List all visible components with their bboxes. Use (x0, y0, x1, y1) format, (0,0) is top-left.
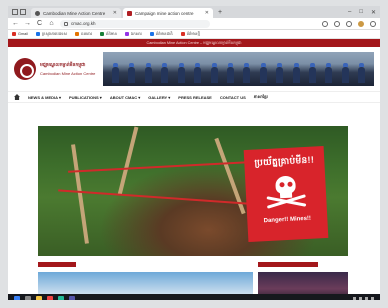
logo-emblem-icon (14, 58, 36, 80)
close-tab-icon[interactable]: ✕ (205, 10, 209, 16)
nav-about[interactable]: ABOUT CMAC ▾ (110, 95, 140, 100)
bookmark-item[interactable]: ព័ត៌មានថ្មី (180, 31, 200, 37)
mine-danger-sign: ប្រយ័ត្នគ្រាប់មីន!! Danger!! Mines!! (243, 145, 329, 243)
browser-app-icon[interactable] (47, 295, 53, 300)
section-header-right (258, 262, 318, 267)
forward-button[interactable]: → (24, 19, 31, 29)
toolbar-icons (322, 20, 376, 27)
browser-window: Cambodian Mine Action Centre ✕ Campaign … (8, 6, 380, 300)
close-window-button[interactable]: ✕ (371, 9, 376, 16)
logo-khmer-text: មជ្ឈមណ្ឌលកម្ចាត់មីនកម្ពុជា (40, 62, 86, 67)
favicon-icon (35, 10, 40, 16)
bookmark-icon (75, 32, 80, 36)
tab-strip: Cambodian Mine Action Centre ✕ Campaign … (8, 6, 380, 18)
nav-publications[interactable]: PUBLICATIONS ▾ (69, 95, 102, 100)
system-tray (353, 296, 374, 300)
nav-gallery[interactable]: GALLERY ▾ (148, 95, 170, 100)
tab-cmac[interactable]: Cambodian Mine Action Centre ✕ (31, 8, 121, 18)
bookmark-icon (35, 32, 40, 36)
file-explorer-icon[interactable] (36, 295, 42, 300)
site-header: មជ្ឈមណ្ឌលកម្ចាត់មីនកម្ពុជា Cambodian Min… (8, 47, 380, 91)
minimize-button[interactable]: – (348, 9, 351, 15)
download-icon[interactable] (346, 20, 352, 27)
tab-campaign[interactable]: Campaign mine action centre ✕ (123, 8, 213, 18)
url-input[interactable]: cmac.org.kh (60, 19, 210, 28)
bookmark-icon (149, 32, 154, 36)
hero-image[interactable]: ប្រយ័ត្នគ្រាប់មីន!! Danger!! Mines!! (38, 126, 348, 256)
section-header-left (38, 262, 76, 267)
nav-press-release[interactable]: PRESS RELEASE (178, 95, 212, 100)
home-button[interactable]: ⌂ (48, 19, 55, 29)
close-tab-icon[interactable]: ✕ (113, 10, 117, 16)
reload-button[interactable]: C (36, 19, 43, 29)
bookmark-icon (12, 32, 16, 36)
site-logo[interactable]: មជ្ឈមណ្ឌលកម្ចាត់មីនកម្ពុជា Cambodian Min… (14, 58, 95, 80)
skull-crossbones-icon (262, 173, 310, 213)
bookmark-item[interactable]: Gmail (12, 32, 28, 36)
address-bar-row: ← → C ⌂ cmac.org.kh (8, 18, 380, 30)
bookmark-item[interactable]: ឯកសារ (124, 31, 142, 37)
app-icon[interactable] (69, 295, 75, 300)
new-tab-button[interactable]: + (215, 8, 225, 18)
tab-title: Campaign mine action centre (135, 10, 194, 16)
bookmark-icon (180, 32, 185, 36)
window-menu-icons[interactable] (12, 6, 26, 18)
main-nav: NEWS & MEDIA ▾ PUBLICATIONS ▾ ABOUT CMAC… (8, 91, 380, 103)
header-banner-image (103, 52, 374, 86)
bookmarks-bar: Gmail ក្រសួងការបរទេស ធនាគារ ព័ត៌មាន ឯកសា… (8, 30, 380, 39)
bookmark-item[interactable]: ក្រសួងការបរទេស (35, 31, 67, 37)
home-icon[interactable] (14, 94, 20, 100)
bookmark-icon (100, 32, 105, 36)
bookmark-item[interactable]: ព័ត៌មានជាតិ (149, 31, 173, 37)
nav-language-khmer[interactable]: ភាសាខ្មែរ (254, 94, 268, 100)
bookmark-star-icon[interactable] (322, 20, 328, 27)
bookmark-item[interactable]: ព័ត៌មាន (100, 31, 117, 37)
nav-contact[interactable]: CONTACT US (220, 95, 246, 100)
tab-title: Cambodian Mine Action Centre (43, 10, 106, 16)
lock-icon (64, 21, 68, 26)
app-icon[interactable] (58, 295, 64, 300)
profile-avatar[interactable] (358, 20, 364, 27)
window-controls: – □ ✕ (348, 6, 380, 18)
site-top-strip: Cambodian Mine Action Centre – មជ្ឈមណ្ឌល… (8, 39, 380, 47)
bookmark-icon (124, 32, 129, 36)
menu-icon[interactable] (370, 20, 376, 27)
favicon-icon (127, 10, 132, 16)
back-button[interactable]: ← (12, 19, 19, 29)
extensions-icon[interactable] (334, 20, 340, 27)
maximize-button[interactable]: □ (359, 9, 363, 15)
nav-news-media[interactable]: NEWS & MEDIA ▾ (28, 95, 61, 100)
sign-khmer-text: ប្រយ័ត្នគ្រាប់មីន!! (254, 154, 315, 168)
os-taskbar (8, 294, 380, 300)
url-text: cmac.org.kh (71, 21, 96, 26)
search-icon[interactable] (25, 295, 31, 300)
sign-english-text: Danger!! Mines!! (263, 215, 312, 225)
start-icon[interactable] (14, 295, 20, 300)
bookmark-item[interactable]: ធនាគារ (75, 31, 92, 37)
logo-english-text: Cambodian Mine Action Centre (40, 71, 96, 76)
